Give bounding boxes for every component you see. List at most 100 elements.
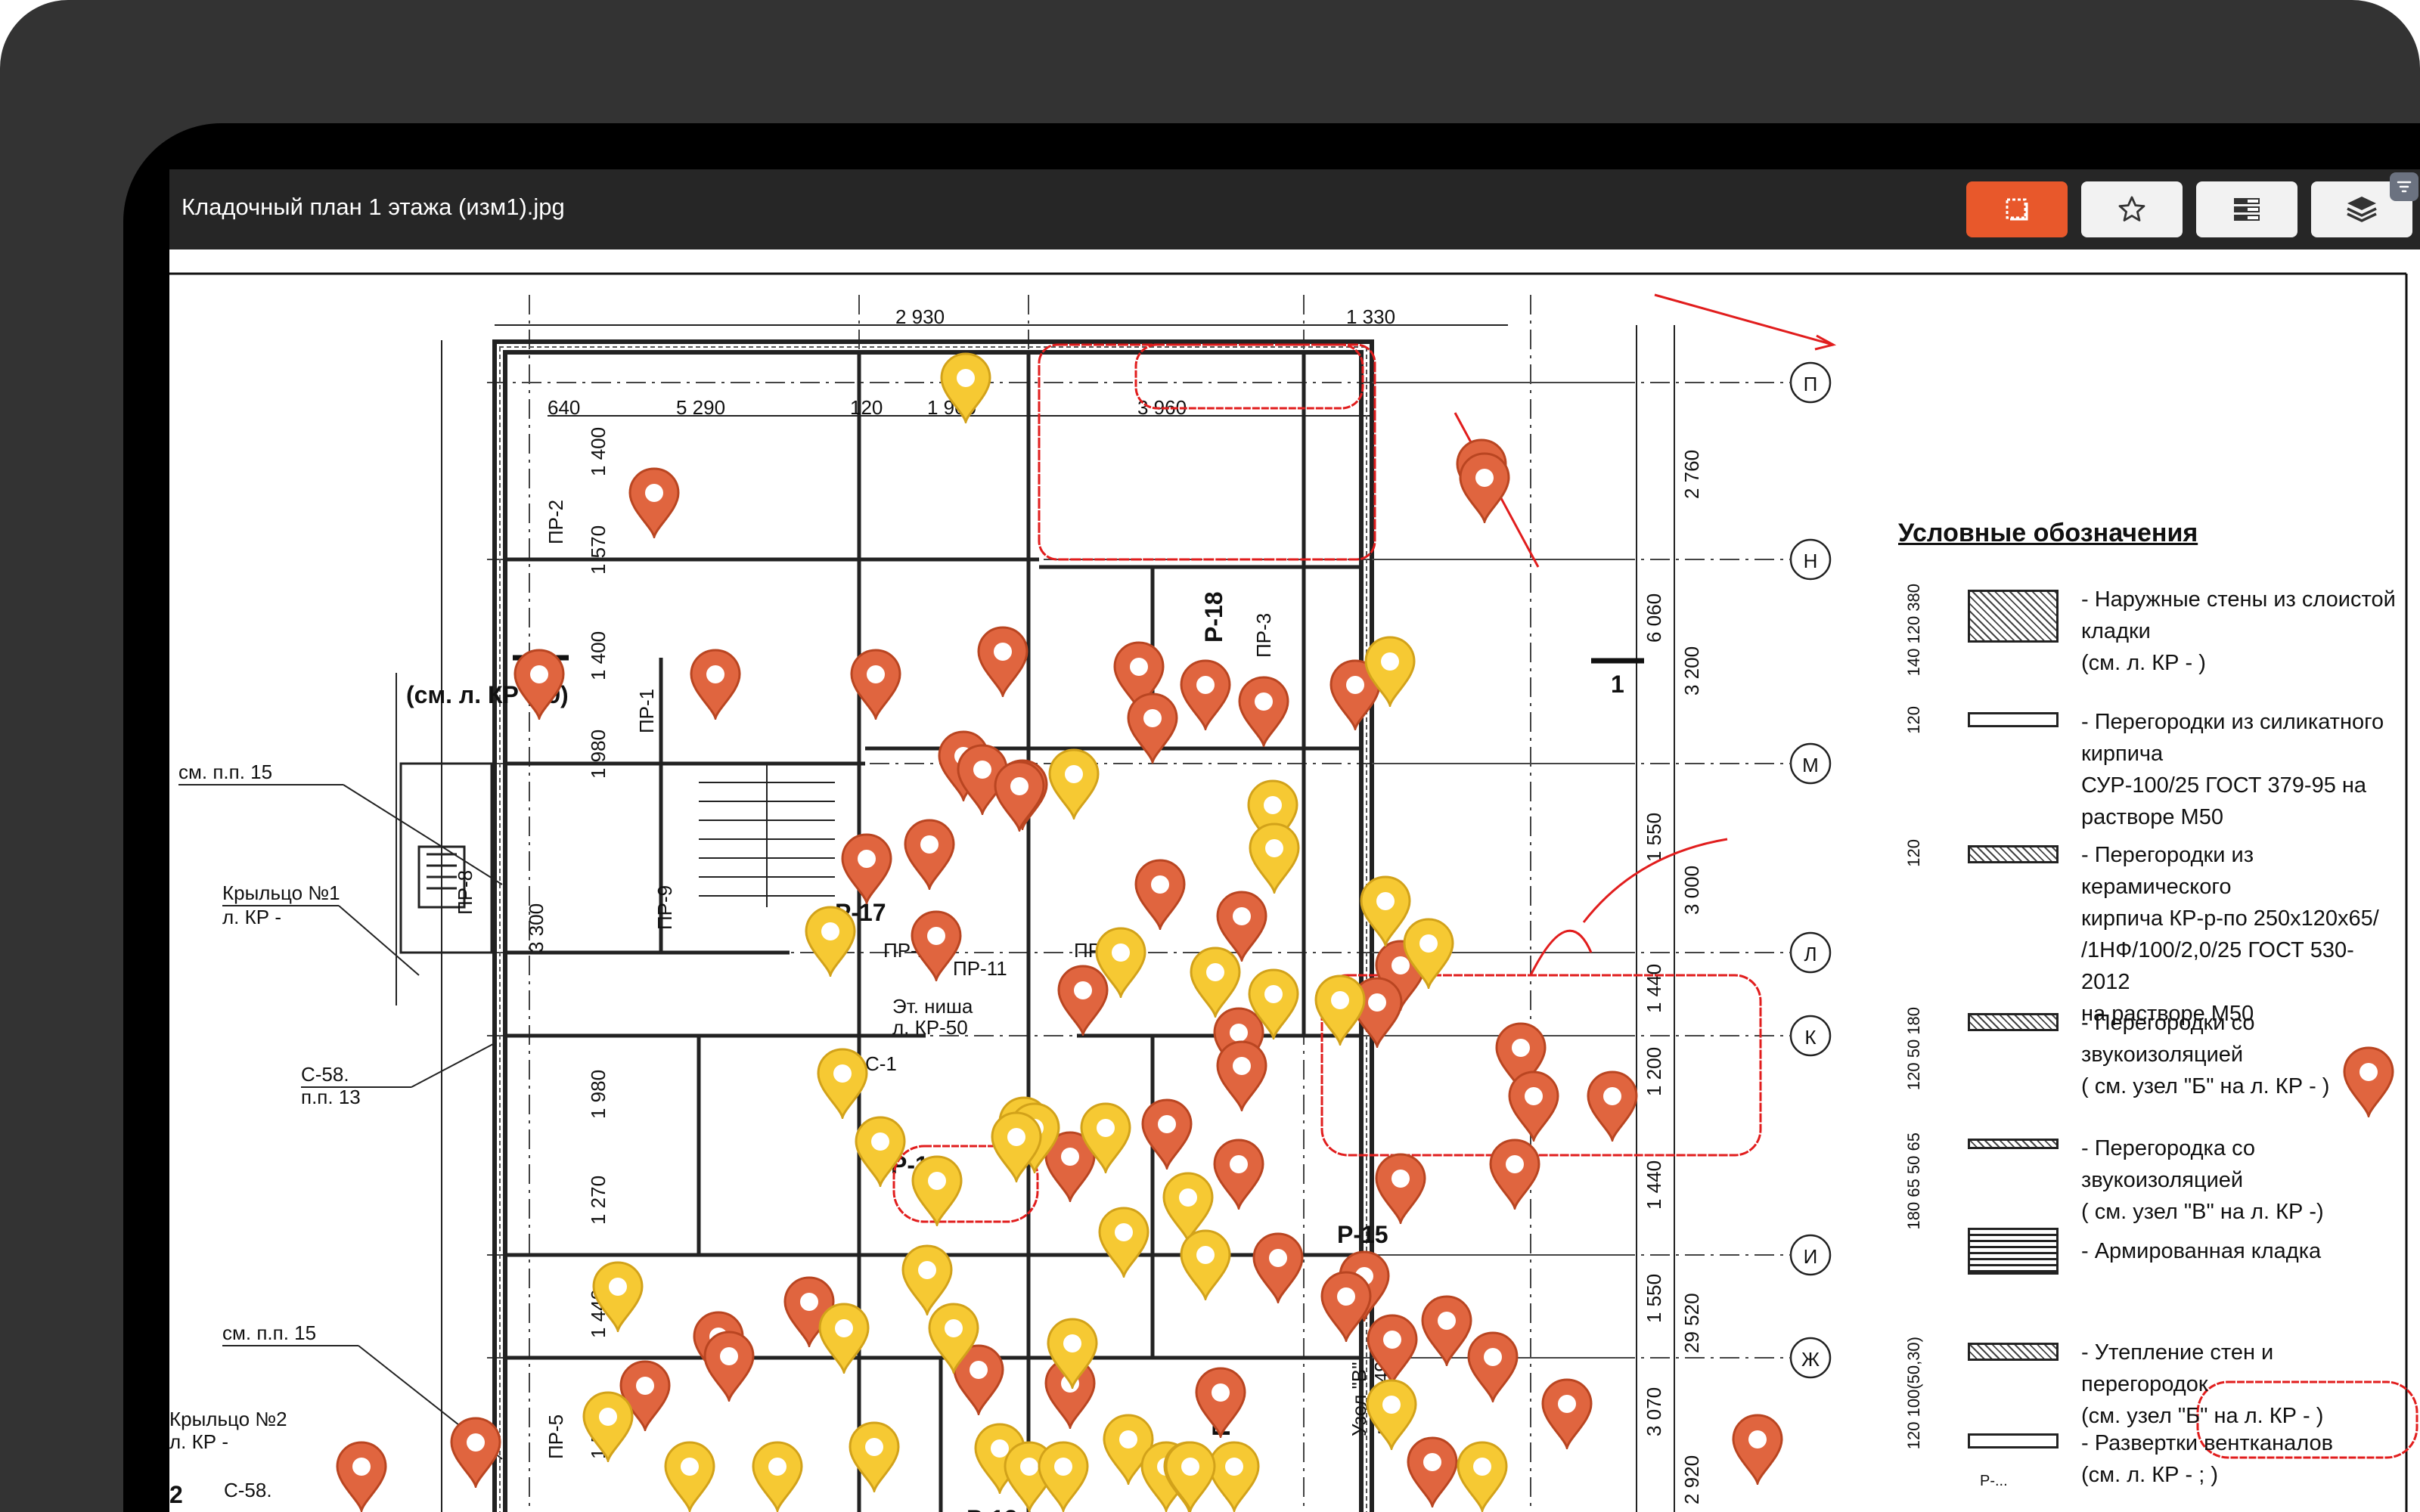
map-pin-icon	[1403, 918, 1454, 989]
star-icon	[2118, 196, 2145, 222]
orange-marker[interactable]	[333, 1439, 390, 1512]
orange-marker[interactable]	[1456, 451, 1513, 523]
dimension-text: 1 440	[1643, 1160, 1665, 1210]
axis-label: Н	[1804, 550, 1818, 572]
orange-marker[interactable]	[1538, 1377, 1596, 1449]
yellow-marker[interactable]	[661, 1439, 718, 1512]
orange-marker[interactable]	[1505, 1069, 1562, 1142]
map-pin-icon	[1248, 968, 1299, 1040]
yellow-marker[interactable]	[749, 1439, 806, 1512]
yellow-marker[interactable]	[1246, 821, 1303, 894]
orange-marker[interactable]	[991, 759, 1048, 832]
map-pin-icon	[1541, 1378, 1593, 1449]
yellow-marker[interactable]	[1077, 1101, 1134, 1173]
dimension-text: 5 290	[676, 396, 725, 419]
dimension-text: 1 200	[1643, 1047, 1665, 1096]
orange-marker[interactable]	[1210, 1137, 1267, 1210]
yellow-marker[interactable]	[852, 1114, 909, 1187]
orange-marker[interactable]	[510, 647, 568, 720]
callout-text: л. КР -	[169, 1430, 228, 1453]
crop-select-button[interactable]	[1966, 181, 2068, 237]
yellow-marker[interactable]	[579, 1390, 637, 1462]
dimension-text: 120	[850, 396, 883, 419]
yellow-marker[interactable]	[937, 351, 994, 423]
orange-marker[interactable]	[1249, 1231, 1307, 1303]
orange-marker[interactable]	[1124, 691, 1181, 764]
map-pin-icon	[805, 906, 856, 977]
orange-marker[interactable]	[847, 647, 904, 720]
yellow-marker[interactable]	[1177, 1228, 1234, 1300]
map-pin-icon	[1364, 636, 1416, 707]
list-icon	[2234, 198, 2260, 221]
yellow-marker[interactable]	[1187, 945, 1244, 1018]
orange-marker[interactable]	[1213, 1039, 1270, 1111]
yellow-marker[interactable]	[1363, 1377, 1420, 1450]
map-pin-icon	[703, 1331, 755, 1402]
map-pin-icon	[1732, 1414, 1783, 1485]
yellow-marker[interactable]	[1245, 967, 1302, 1040]
orange-marker[interactable]	[1486, 1137, 1544, 1210]
orange-marker[interactable]	[1177, 658, 1234, 730]
orange-marker[interactable]	[447, 1415, 504, 1488]
room-label: Р-18	[1200, 591, 1227, 643]
legend-marker[interactable]	[2340, 1045, 2397, 1117]
map-pin-icon	[1457, 1441, 1508, 1512]
orange-marker[interactable]	[1464, 1330, 1522, 1402]
orange-marker[interactable]	[1235, 674, 1292, 747]
orange-marker[interactable]	[1192, 1365, 1249, 1438]
orange-marker[interactable]	[687, 647, 744, 720]
orange-marker[interactable]	[1729, 1412, 1786, 1485]
reinforced-masonry-symbol	[1968, 1228, 2059, 1275]
yellow-marker[interactable]	[908, 1154, 966, 1226]
yellow-marker[interactable]	[1095, 1205, 1153, 1278]
map-pin-icon	[628, 467, 680, 538]
yellow-marker[interactable]	[1454, 1439, 1511, 1512]
orange-marker[interactable]	[901, 817, 958, 890]
orange-marker[interactable]	[908, 909, 965, 981]
favorite-button[interactable]	[2081, 181, 2183, 237]
partition-label: ПР-1	[635, 689, 658, 733]
map-pin-icon	[690, 649, 741, 720]
map-pin-icon	[994, 761, 1045, 832]
yellow-marker[interactable]	[802, 904, 859, 977]
orange-marker[interactable]	[1138, 1097, 1196, 1170]
dimension-text: 2 930	[895, 305, 945, 328]
orange-marker[interactable]	[1584, 1069, 1641, 1142]
yellow-marker[interactable]	[1162, 1439, 1219, 1512]
callout-text: см. п.п. 15	[178, 761, 272, 783]
map-pin-icon	[2343, 1046, 2394, 1117]
partition-label: ПР-2	[544, 500, 567, 544]
viewer-header: Кладочный план 1 этажа (изм1).jpg	[169, 169, 2420, 249]
orange-marker[interactable]	[1372, 1151, 1429, 1224]
orange-marker[interactable]	[625, 466, 683, 538]
legend-title: Условные обозначения	[1898, 519, 2198, 547]
legend-text: - Развертки вентканалов (см. л. КР - ; )	[2081, 1431, 2334, 1487]
orange-marker[interactable]	[1364, 1312, 1421, 1385]
yellow-marker[interactable]	[1045, 747, 1103, 820]
yellow-marker[interactable]	[925, 1301, 982, 1374]
yellow-marker[interactable]	[1044, 1316, 1101, 1389]
yellow-marker[interactable]	[1092, 925, 1150, 998]
yellow-marker[interactable]	[815, 1301, 873, 1374]
orange-marker[interactable]	[974, 624, 1032, 697]
orange-marker[interactable]	[1131, 857, 1189, 930]
yellow-marker[interactable]	[1035, 1439, 1092, 1512]
orange-marker[interactable]	[838, 832, 895, 904]
crop-select-icon	[2006, 198, 2028, 221]
list-view-button[interactable]	[2196, 181, 2297, 237]
yellow-marker[interactable]	[1361, 634, 1419, 707]
orange-marker[interactable]	[700, 1329, 758, 1402]
yellow-marker[interactable]	[1311, 973, 1369, 1046]
yellow-marker[interactable]	[845, 1420, 903, 1492]
dimension-text: 3 000	[1680, 866, 1703, 915]
callout-text: Крыльцо №1	[222, 881, 340, 904]
yellow-marker[interactable]	[589, 1259, 647, 1332]
yellow-marker[interactable]	[1400, 916, 1457, 989]
yellow-marker[interactable]	[988, 1110, 1045, 1182]
yellow-marker[interactable]	[814, 1046, 871, 1119]
map-pin-icon	[582, 1391, 634, 1462]
floor-plan-canvas[interactable]: П Н М Л К И Ж 2 930 1 330 640 5 290 120 …	[169, 249, 2420, 1512]
map-pin-icon	[1252, 1232, 1304, 1303]
layers-button[interactable]	[2311, 172, 2418, 237]
filter-badge[interactable]	[2390, 172, 2418, 201]
